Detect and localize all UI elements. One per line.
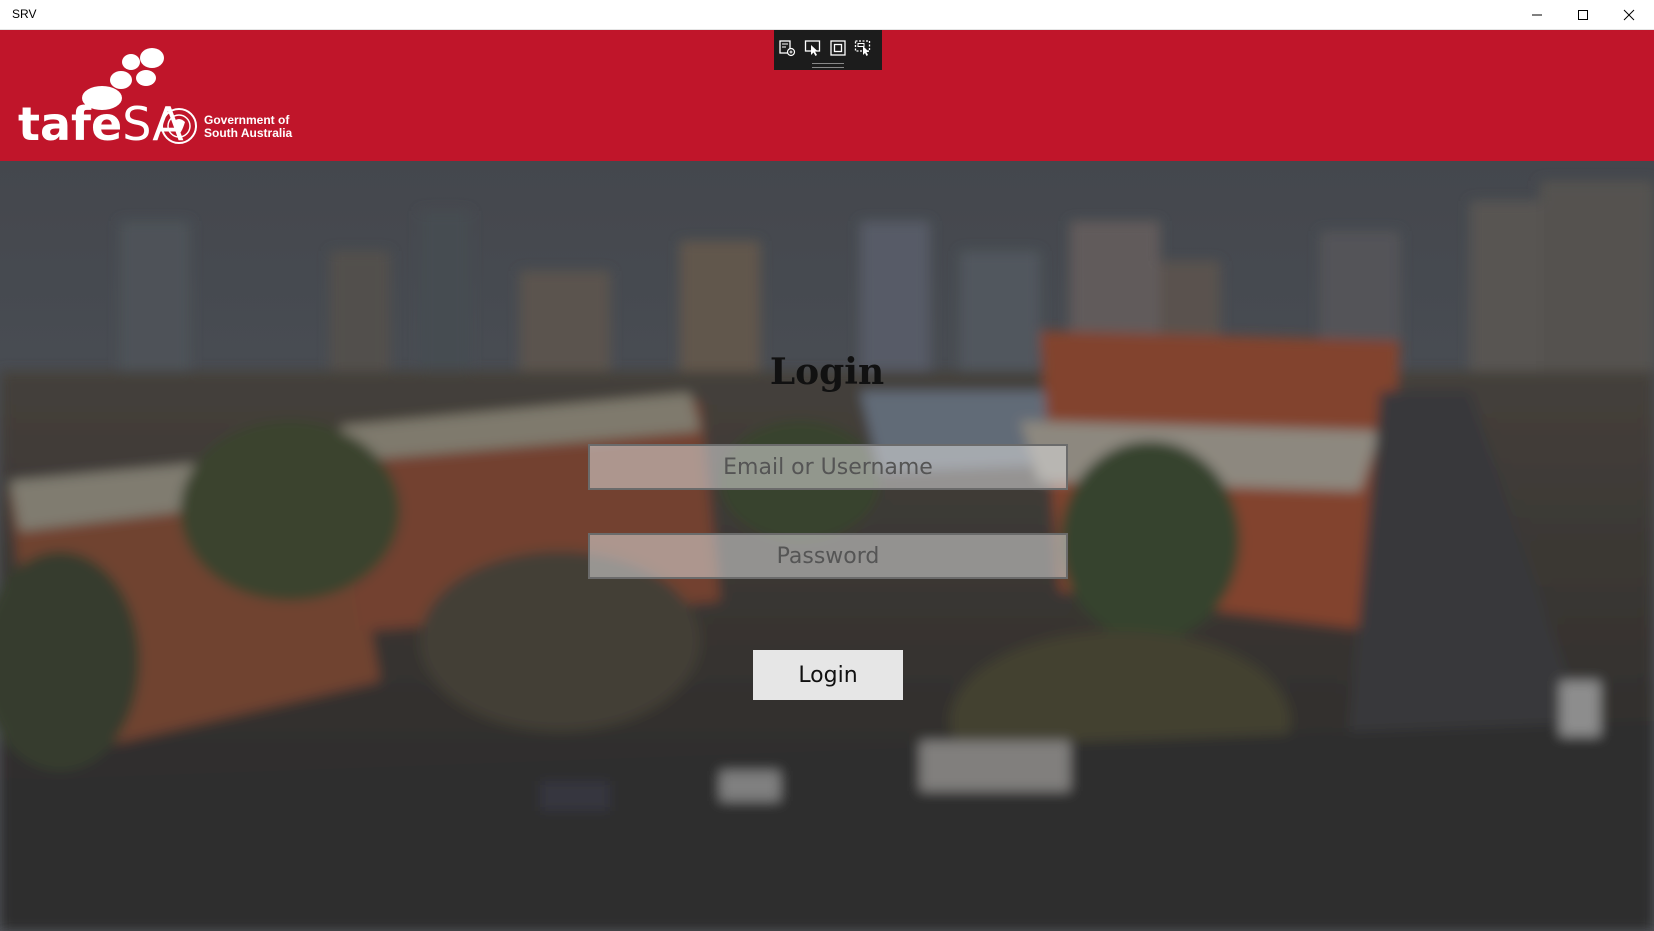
email-username-input[interactable] <box>588 444 1068 490</box>
window-titlebar: SRV <box>0 0 1654 30</box>
svg-text:tafeSA: tafeSA <box>18 97 184 148</box>
brand-name-part1: tafe <box>18 97 122 148</box>
select-element-icon[interactable] <box>804 39 822 57</box>
minimize-button[interactable] <box>1514 0 1560 30</box>
password-input[interactable] <box>588 533 1068 579</box>
toolbar-grip[interactable] <box>812 63 844 68</box>
debug-toolbar <box>774 30 882 70</box>
window-title: SRV <box>12 7 37 21</box>
login-page: Login Login <box>0 161 1654 931</box>
display-layout-adorners-icon[interactable] <box>829 39 847 57</box>
track-focus-icon[interactable] <box>854 39 872 57</box>
live-tree-icon[interactable] <box>778 39 796 57</box>
minimize-icon <box>1532 14 1542 16</box>
maximize-button[interactable] <box>1560 0 1606 30</box>
government-line2: South Australia <box>204 126 293 140</box>
login-title: Login <box>769 351 885 393</box>
maximize-icon <box>1578 10 1588 20</box>
close-icon <box>1623 9 1635 21</box>
close-button[interactable] <box>1606 0 1652 30</box>
login-button[interactable]: Login <box>753 650 903 700</box>
government-line1: Government of <box>204 113 290 127</box>
tafesa-logo: tafeSA Government of South Australia <box>18 48 293 148</box>
